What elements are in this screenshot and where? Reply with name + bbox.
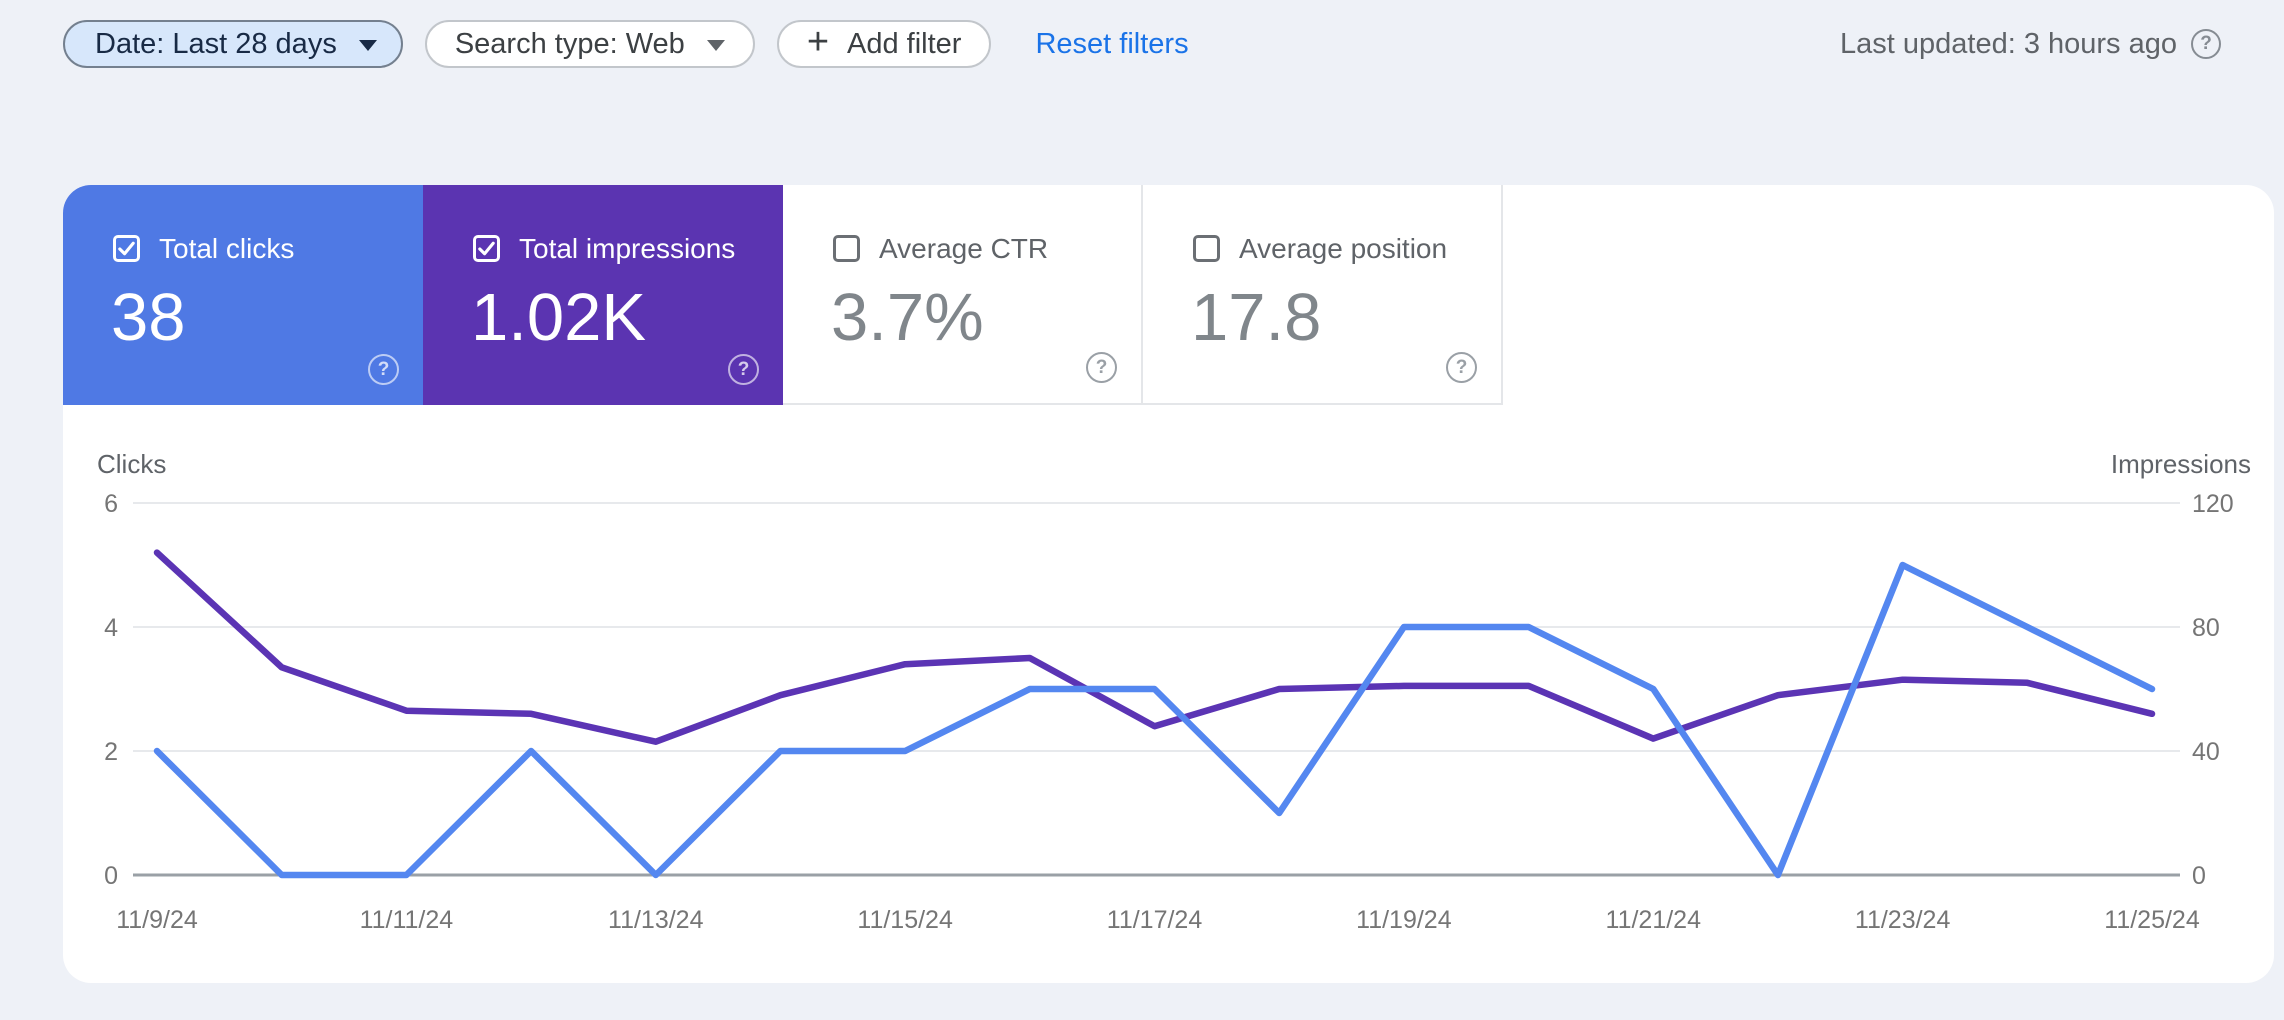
x-axis-date-label: 11/15/24 — [857, 906, 953, 934]
x-axis-date-label: 11/19/24 — [1356, 906, 1452, 934]
x-axis-date-label: 11/17/24 — [1107, 906, 1203, 934]
right-axis-tick: 80 — [2192, 614, 2220, 642]
clicks-line-series — [153, 561, 2156, 879]
left-axis-tick: 2 — [104, 738, 118, 766]
right-axis-tick: 120 — [2192, 490, 2234, 518]
right-axis-title: Impressions — [2111, 449, 2251, 479]
left-axis-tick: 6 — [104, 490, 118, 518]
left-axis-title: Clicks — [97, 449, 166, 479]
right-axis-tick: 0 — [2192, 862, 2206, 890]
x-axis-date-label: 11/11/24 — [360, 906, 454, 934]
x-axis-date-label: 11/9/24 — [116, 906, 198, 934]
left-axis-tick: 4 — [104, 614, 118, 642]
x-axis-date-label: 11/25/24 — [2104, 906, 2200, 934]
impressions-line-series — [153, 549, 2156, 745]
search-console-performance-page: { "toolbar": { "date_filter_label": "Dat… — [0, 0, 2284, 1020]
right-axis-tick: 40 — [2192, 738, 2220, 766]
left-axis-tick: 0 — [104, 862, 118, 890]
x-axis-date-label: 11/21/24 — [1606, 906, 1702, 934]
x-axis-date-label: 11/23/24 — [1855, 906, 1951, 934]
x-axis-date-label: 11/13/24 — [608, 906, 704, 934]
performance-chart[interactable]: 6 120 4 80 2 40 0 0 Clicks Impressions 11/9/24 11/1… — [0, 0, 2284, 1020]
